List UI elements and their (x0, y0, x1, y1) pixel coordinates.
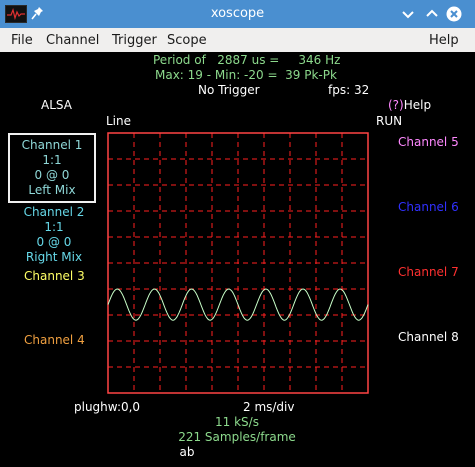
menu-bar: File Channel Trigger Scope Help (0, 28, 475, 53)
title-bar: xoscope (0, 0, 475, 28)
channel-1-name[interactable]: Channel 1 (8, 138, 96, 153)
channel-1-scale: 1:1 (42, 153, 62, 167)
channel-2-signal: Right Mix (25, 250, 83, 264)
graticule (107, 132, 369, 394)
device-label: plughw:0,0 (74, 400, 141, 414)
close-icon[interactable] (446, 6, 462, 22)
peak-readout: Max: 19 - Min: -20 = 39 Pk-Pk (155, 68, 337, 82)
channel-2-name[interactable]: Channel 2 (10, 205, 98, 220)
active-channels: ab (179, 445, 195, 459)
menu-trigger[interactable]: Trigger (112, 33, 157, 48)
menu-help[interactable]: Help (429, 33, 459, 48)
trigger-line-label: Line (106, 114, 132, 128)
trigger-status: No Trigger (198, 83, 260, 97)
help-hint-label: Help (403, 98, 432, 112)
channel-8-name[interactable]: Channel 8 (398, 330, 459, 345)
channel-1-signal: Left Mix (28, 183, 76, 197)
maximize-icon[interactable] (424, 6, 440, 22)
channel-2-scale: 1:1 (44, 220, 64, 234)
timebase-label[interactable]: 2 ms/div (243, 400, 295, 415)
fps-readout: fps: 32 (328, 83, 370, 97)
help-key: (?) (388, 98, 404, 112)
help-hint[interactable]: (?)Help (388, 98, 431, 113)
menu-file[interactable]: File (11, 33, 33, 48)
channel-1-position: 0 @ 0 (34, 168, 70, 182)
channel-6-name[interactable]: Channel 6 (398, 200, 459, 215)
menu-scope[interactable]: Scope (167, 33, 207, 48)
channel-4-name[interactable]: Channel 4 (24, 333, 85, 348)
menu-channel[interactable]: Channel (46, 33, 99, 48)
minimize-icon[interactable] (400, 6, 416, 22)
run-state[interactable]: RUN (376, 114, 402, 129)
channel-5-name[interactable]: Channel 5 (398, 135, 459, 150)
sample-rate: 11 kS/s (215, 415, 259, 429)
samples-per-frame: 221 Samples/frame (178, 430, 296, 444)
channel-7-name[interactable]: Channel 7 (398, 265, 459, 280)
channel-2-position: 0 @ 0 (36, 235, 72, 249)
period-readout: Period of 2887 us = 346 Hz (153, 53, 341, 67)
source-label: ALSA (41, 98, 72, 112)
channel-3-name[interactable]: Channel 3 (24, 269, 85, 284)
scope-display: Period of 2887 us = 346 Hz Max: 19 - Min… (0, 52, 475, 467)
